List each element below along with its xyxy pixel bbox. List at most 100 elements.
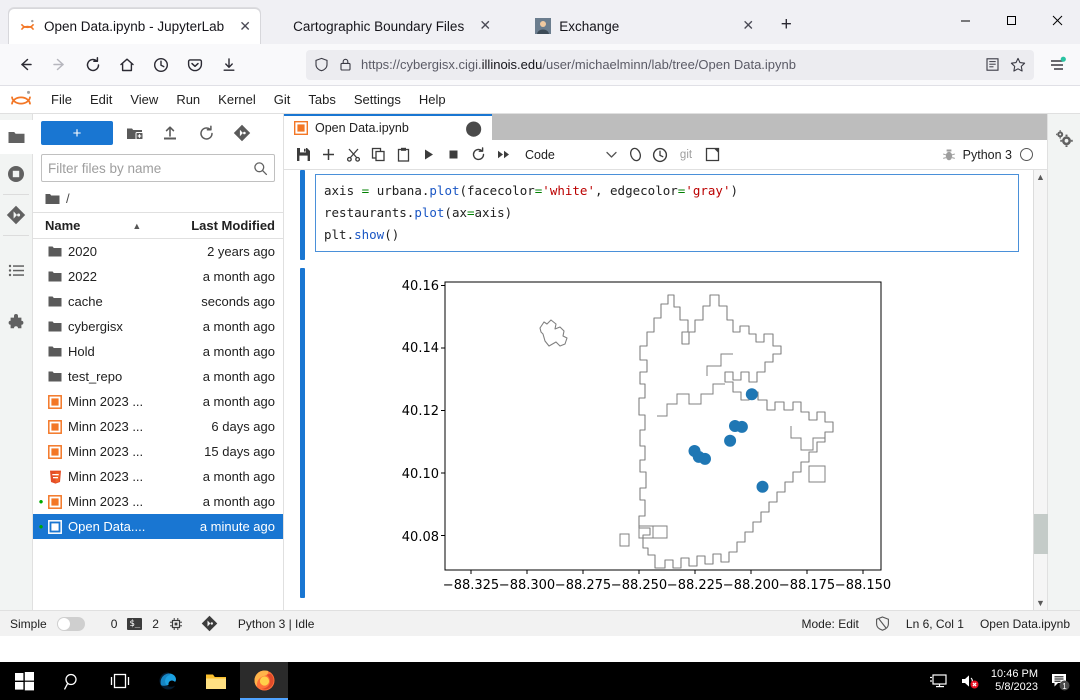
property-inspector-icon[interactable] [1048, 122, 1080, 156]
history-icon[interactable] [144, 49, 178, 81]
maximize-button[interactable] [988, 0, 1034, 40]
menu-run[interactable]: Run [167, 88, 209, 111]
downloads-icon[interactable] [212, 49, 246, 81]
search-icon[interactable] [48, 662, 96, 700]
kernel-status-text[interactable]: Python 3 | Idle [238, 617, 315, 631]
start-icon[interactable] [0, 662, 48, 700]
restart-run-all-icon[interactable] [492, 143, 514, 167]
close-icon[interactable]: ✕ [476, 17, 494, 35]
scrollbar-track[interactable] [1034, 184, 1048, 596]
back-icon[interactable] [8, 49, 42, 81]
menu-tabs[interactable]: Tabs [299, 88, 344, 111]
volume-muted-icon[interactable] [960, 673, 979, 689]
git-toolbar-label[interactable]: git [674, 143, 698, 167]
paste-icon[interactable] [392, 143, 414, 167]
pocket-icon[interactable] [178, 49, 212, 81]
minimize-button[interactable] [942, 0, 988, 40]
code-editor[interactable]: axis = urbana.plot(facecolor='white', ed… [315, 174, 1019, 252]
close-button[interactable] [1034, 0, 1080, 40]
firefox-icon[interactable] [240, 662, 288, 700]
notebook-scrollbar[interactable]: ▲ ▼ [1033, 170, 1047, 610]
scrollbar-thumb[interactable] [1034, 514, 1048, 554]
scroll-up-icon[interactable]: ▲ [1036, 170, 1045, 184]
menu-kernel[interactable]: Kernel [209, 88, 265, 111]
insert-cell-icon[interactable] [317, 143, 339, 167]
file-list-item[interactable]: Minn 2023 ...6 days ago [33, 414, 283, 439]
browser-tab-2[interactable]: Cartographic Boundary Files ✕ [283, 8, 500, 44]
file-list-item[interactable]: 20202 years ago [33, 239, 283, 264]
refresh-icon[interactable] [191, 120, 221, 146]
menu-view[interactable]: View [121, 88, 167, 111]
menu-file[interactable]: File [42, 88, 81, 111]
filter-files-input[interactable]: Filter files by name [41, 154, 275, 182]
close-icon[interactable]: ✕ [236, 18, 254, 36]
clock-icon[interactable] [649, 143, 671, 167]
file-list-item[interactable]: Minn 2023 ...a month ago [33, 464, 283, 489]
save-icon[interactable] [292, 143, 314, 167]
sidebar-item-extensions[interactable] [0, 304, 33, 344]
file-list-item[interactable]: 2022a month ago [33, 264, 283, 289]
new-launcher-button[interactable]: + [41, 121, 113, 145]
kernel-icon[interactable] [169, 617, 183, 631]
terminal-icon[interactable]: $_ [127, 618, 142, 630]
new-console-icon[interactable] [701, 143, 723, 167]
reader-mode-icon[interactable] [985, 57, 1000, 72]
column-header-name[interactable]: Name ▲ [45, 218, 171, 233]
variable-inspector-icon[interactable] [624, 143, 646, 167]
bookmark-star-icon[interactable] [1010, 57, 1026, 72]
scroll-down-icon[interactable]: ▼ [1036, 596, 1045, 610]
menu-git[interactable]: Git [265, 88, 300, 111]
copy-icon[interactable] [367, 143, 389, 167]
reload-icon[interactable] [76, 49, 110, 81]
home-icon[interactable] [110, 49, 144, 81]
stop-icon[interactable] [442, 143, 464, 167]
code-cell[interactable]: axis = urbana.plot(facecolor='white', ed… [284, 170, 1033, 266]
menu-edit[interactable]: Edit [81, 88, 121, 111]
notifications-icon[interactable]: 1 [1050, 672, 1070, 691]
folder-icon [45, 192, 60, 206]
folder-icon [45, 370, 65, 383]
sidebar-item-git[interactable] [0, 195, 33, 235]
lock-icon[interactable] [339, 57, 352, 72]
task-view-icon[interactable] [96, 662, 144, 700]
app-menu-icon[interactable] [1042, 50, 1072, 80]
simple-mode-toggle[interactable] [57, 617, 85, 631]
menu-settings[interactable]: Settings [345, 88, 410, 111]
file-list-item[interactable]: Minn 2023 ...15 days ago [33, 439, 283, 464]
file-explorer-icon[interactable] [192, 662, 240, 700]
browser-tab-3[interactable]: Exchange ✕ [524, 8, 763, 44]
file-list-item[interactable]: •Open Data....a minute ago [33, 514, 283, 539]
new-tab-button[interactable]: + [771, 10, 801, 40]
file-list-item[interactable]: cybergisxa month ago [33, 314, 283, 339]
bug-icon[interactable] [938, 143, 960, 167]
file-list-item[interactable]: •Minn 2023 ...a month ago [33, 489, 283, 514]
git-status-icon[interactable] [201, 615, 218, 632]
menu-help[interactable]: Help [410, 88, 455, 111]
browser-tab-1[interactable]: Open Data.ipynb - JupyterLab ✕ [8, 8, 261, 44]
close-icon[interactable]: ✕ [739, 17, 757, 35]
file-list-item[interactable]: test_repoa month ago [33, 364, 283, 389]
run-icon[interactable] [417, 143, 439, 167]
file-list-item[interactable]: Holda month ago [33, 339, 283, 364]
new-folder-icon[interactable] [119, 120, 149, 146]
git-clone-icon[interactable] [227, 120, 257, 146]
restart-kernel-icon[interactable] [467, 143, 489, 167]
column-header-modified[interactable]: Last Modified [171, 218, 275, 233]
notebook-content[interactable]: axis = urbana.plot(facecolor='white', ed… [284, 170, 1033, 610]
network-icon[interactable] [929, 673, 948, 689]
file-list-item[interactable]: Minn 2023 ...a month ago [33, 389, 283, 414]
address-bar[interactable]: https://cybergisx.cigi.illinois.edu/user… [306, 50, 1034, 80]
shield-icon[interactable] [314, 57, 329, 72]
file-list-item[interactable]: cacheseconds ago [33, 289, 283, 314]
cell-type-select[interactable]: Code [525, 144, 617, 166]
sidebar-item-running[interactable] [0, 154, 33, 194]
kernel-indicator[interactable]: Python 3 [963, 148, 1033, 162]
breadcrumb[interactable]: / [33, 188, 283, 212]
notebook-tab[interactable]: Open Data.ipynb ⬤ [284, 114, 492, 140]
edge-icon[interactable] [144, 662, 192, 700]
taskbar-clock[interactable]: 10:46 PM 5/8/2023 [991, 668, 1038, 694]
sidebar-item-toc[interactable] [0, 250, 33, 290]
sidebar-item-file-browser[interactable] [0, 120, 33, 154]
upload-icon[interactable] [155, 120, 185, 146]
cut-icon[interactable] [342, 143, 364, 167]
